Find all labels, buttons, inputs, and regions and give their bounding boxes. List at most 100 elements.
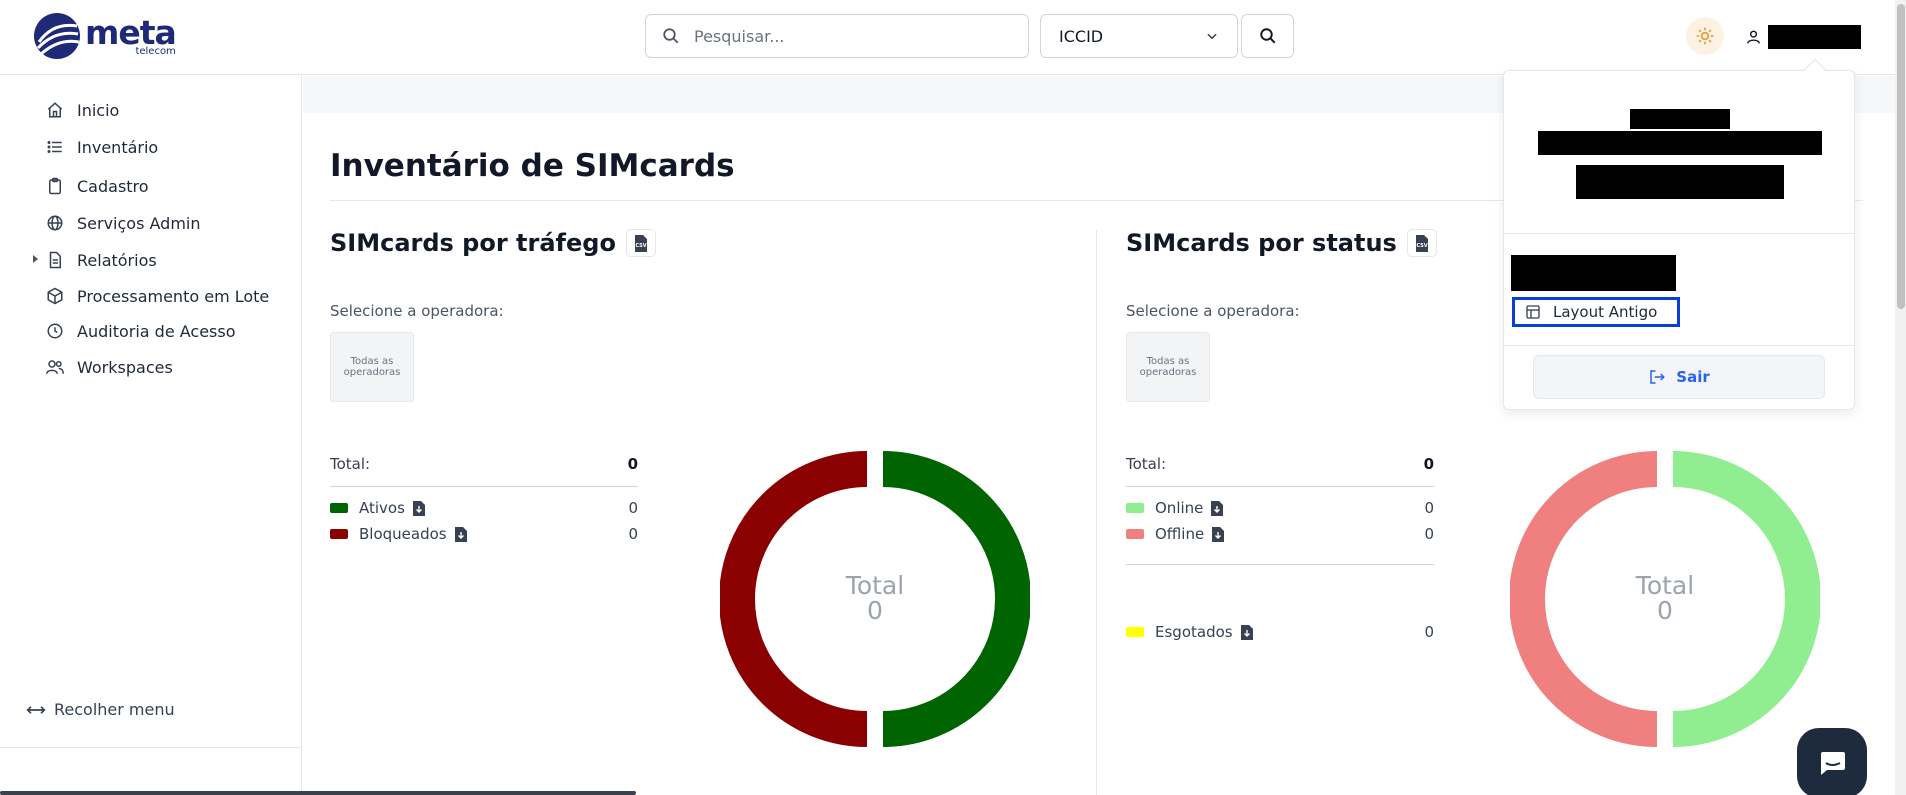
sidebar-item-auditoria-de-acesso[interactable]: Auditoria de Acesso [45, 316, 236, 346]
sidebar-item-servicos-admin[interactable]: Serviços Admin [45, 208, 201, 238]
legend-swatch [1126, 503, 1144, 513]
legend-label: Online [1155, 499, 1204, 517]
theme-toggle-button[interactable] [1686, 17, 1724, 55]
legend-value: 0 [628, 499, 638, 517]
sidebar-item-inventario[interactable]: Inventário [45, 132, 158, 162]
status-total-row: Total: 0 [1126, 455, 1434, 479]
clock-icon [45, 321, 65, 341]
sidebar-item-label: Cadastro [77, 176, 149, 196]
sidebar-item-label: Inventário [77, 137, 159, 157]
old-layout-label: Layout Antigo [1553, 303, 1658, 321]
sidebar-item-inicio[interactable]: Inicio [45, 95, 119, 125]
svg-text:CSV: CSV [635, 243, 646, 249]
chat-icon [1821, 752, 1845, 775]
donut-center-value: 0 [867, 596, 883, 625]
legend-label: Offline [1155, 525, 1205, 543]
users-icon [45, 357, 65, 377]
sidebar-item-processamento-em-lote[interactable]: Processamento em Lote [45, 281, 269, 311]
sidebar-item-workspaces[interactable]: Workspaces [45, 352, 173, 382]
list-icon [45, 137, 65, 157]
search-button[interactable] [1241, 14, 1294, 58]
sidebar-item-label: Workspaces [77, 357, 173, 377]
traffic-total-row: Total: 0 [330, 455, 638, 479]
search-icon [1259, 28, 1275, 44]
horizontal-scrollbar[interactable] [0, 791, 636, 795]
status-legend-divider [1126, 564, 1434, 565]
sidebar-footer-divider [0, 747, 301, 748]
donut-center-label: Total [845, 571, 905, 600]
user-icon [1747, 30, 1760, 44]
meta-telecom-logo[interactable]: meta telecom [33, 11, 177, 61]
sidebar-item-label: Inicio [77, 100, 120, 120]
redacted-user-email [1538, 131, 1822, 155]
donut-center-value: 0 [1657, 596, 1673, 625]
search-box [645, 14, 1029, 58]
old-layout-button[interactable]: Layout Antigo [1512, 297, 1680, 327]
dropdown-divider [1504, 233, 1854, 234]
traffic-all-operators-button[interactable]: Todas as operadoras [330, 332, 414, 402]
legend-swatch [330, 529, 348, 539]
document-icon [45, 250, 65, 270]
logout-button[interactable]: Sair [1533, 355, 1825, 399]
download-icon[interactable] [1240, 624, 1253, 640]
chat-button[interactable] [1797, 728, 1867, 795]
logout-icon [1650, 370, 1666, 384]
chevron-down-icon [1207, 33, 1217, 40]
user-menu-button[interactable] [1745, 22, 1861, 52]
status-title-text: SIMcards por status [1126, 229, 1397, 257]
top-header: meta telecom ICCID [0, 0, 1906, 75]
legend-item-offline: Offline 0 [1126, 523, 1434, 545]
status-donut-center: Total 0 [1510, 573, 1820, 623]
search-input[interactable] [694, 26, 994, 46]
legend-label: Bloqueados [359, 525, 447, 543]
donut-center-label: Total [1635, 571, 1695, 600]
search-icon [663, 28, 679, 44]
logout-label: Sair [1676, 368, 1710, 386]
sidebar: Inicio Inventário Cadastro Serviços Admi… [0, 75, 302, 795]
home-icon [45, 100, 65, 120]
sidebar-item-label: Auditoria de Acesso [77, 321, 236, 341]
download-icon[interactable] [412, 500, 425, 516]
status-total-label: Total: [1126, 455, 1167, 473]
traffic-section-title: SIMcards por tráfego CSV [330, 229, 656, 257]
legend-label: Ativos [359, 499, 405, 517]
traffic-title-text: SIMcards por tráfego [330, 229, 616, 257]
legend-item-ativos: Ativos 0 [330, 497, 638, 519]
clipboard-icon [45, 176, 65, 196]
legend-item-bloqueados: Bloqueados 0 [330, 523, 638, 545]
legend-swatch [330, 503, 348, 513]
layout-icon [1526, 305, 1540, 319]
csv-export-icon[interactable]: CSV [1406, 229, 1437, 257]
cadastro-expand-caret-icon[interactable] [33, 255, 38, 263]
collapse-menu-button[interactable]: Recolher menu [26, 700, 175, 719]
dropdown-divider [1504, 345, 1854, 346]
redacted-user-name [1630, 109, 1730, 129]
sidebar-item-label: Relatórios [77, 250, 157, 270]
download-icon[interactable] [1211, 500, 1224, 516]
redacted-menu-item [1511, 255, 1676, 291]
sidebar-item-label: Serviços Admin [77, 213, 201, 233]
legend-value: 0 [1424, 525, 1434, 543]
traffic-donut-center: Total 0 [720, 573, 1030, 623]
status-total-value: 0 [1423, 455, 1434, 473]
sidebar-item-relatorios[interactable]: Relatórios [45, 245, 157, 275]
legend-value: 0 [628, 525, 638, 543]
legend-item-online: Online 0 [1126, 497, 1434, 519]
legend-swatch [1126, 627, 1144, 637]
user-dropdown-menu: Layout Antigo Sair [1503, 70, 1855, 410]
traffic-operator-label: Selecione a operadora: [330, 302, 504, 320]
search-filter-select[interactable]: ICCID [1040, 14, 1238, 58]
arrows-horizontal-icon [26, 705, 46, 714]
sidebar-item-cadastro[interactable]: Cadastro [45, 171, 149, 201]
download-icon[interactable] [1212, 526, 1225, 542]
status-all-operators-button[interactable]: Todas as operadoras [1126, 332, 1210, 402]
legend-swatch [1126, 529, 1144, 539]
sun-icon [1696, 27, 1714, 45]
csv-export-icon[interactable]: CSV [625, 229, 656, 257]
download-icon[interactable] [454, 526, 467, 542]
collapse-menu-label: Recolher menu [54, 700, 175, 719]
status-total-divider [1126, 486, 1434, 487]
package-icon [45, 286, 65, 306]
vertical-scrollbar-thumb[interactable] [1897, 4, 1905, 309]
svg-text:CSV: CSV [1416, 243, 1427, 249]
